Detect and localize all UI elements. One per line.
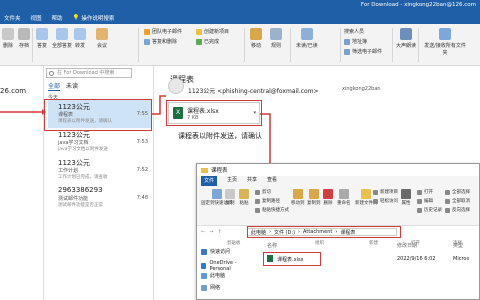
explorer-file-list: 名称 修改日期 类型 课程表.xlsx 2022/9/16 6:02 Micro… xyxy=(257,240,479,300)
nav-onedrive[interactable]: OneDrive - Personal xyxy=(201,260,255,272)
explorer-ribbon: 固定到快速访问 复制 粘贴 剪切 复制路径 粘贴快捷方式 剪贴板 移动到 复制到… xyxy=(197,186,479,246)
easy-access-button[interactable]: 轻松访问 xyxy=(373,198,398,204)
explorer-title-bar: 课程表 xyxy=(197,164,479,176)
explorer-tabs: 文件 主页 共享 查看 xyxy=(197,176,479,186)
column-name[interactable]: 名称 xyxy=(267,242,277,249)
file-explorer-window: 课程表 文件 主页 共享 查看 固定到快速访问 复制 粘贴 剪切 复制路径 粘贴… xyxy=(196,163,480,300)
select-all-button[interactable]: 全部选择 xyxy=(445,189,470,195)
copy-icon xyxy=(225,189,235,199)
network-icon xyxy=(201,284,207,291)
tab-file[interactable]: 文件 xyxy=(201,176,218,186)
rename-button[interactable]: 重命名 xyxy=(337,189,351,206)
select-none-icon xyxy=(445,198,450,204)
move-to-button[interactable]: 移动到 xyxy=(291,189,305,206)
cut-button[interactable]: 剪切 xyxy=(255,189,271,195)
computer-icon xyxy=(201,272,207,279)
open-button[interactable]: 打开 xyxy=(417,189,433,195)
new-item-icon xyxy=(373,189,378,195)
tab-view[interactable]: 查看 xyxy=(267,176,277,186)
column-date[interactable]: 修改日期 xyxy=(397,242,417,249)
new-item-button[interactable]: 新建项目 xyxy=(373,189,398,195)
invert-icon xyxy=(445,207,450,213)
column-type[interactable]: 类型 xyxy=(453,242,463,249)
cloud-icon xyxy=(201,263,207,269)
explorer-nav-pane: 快速访问 OneDrive - Personal 此电脑 网络 xyxy=(197,240,255,300)
file-list-header: 名称 修改日期 类型 xyxy=(257,240,479,250)
folder-move-icon xyxy=(292,189,303,199)
forward-icon[interactable]: → xyxy=(209,229,213,235)
paste-shortcut-button[interactable]: 粘贴快捷方式 xyxy=(255,207,289,213)
tab-share[interactable]: 共享 xyxy=(247,176,257,186)
up-icon[interactable]: ↑ xyxy=(217,229,221,235)
path-icon xyxy=(255,198,260,204)
select-all-icon xyxy=(445,189,450,195)
rename-icon xyxy=(338,189,349,199)
easy-access-icon xyxy=(373,198,378,204)
scissors-icon xyxy=(255,189,260,195)
properties-icon xyxy=(401,189,411,199)
nav-this-pc[interactable]: 此电脑 xyxy=(201,272,225,279)
tab-home[interactable]: 主页 xyxy=(227,176,237,186)
highlight-box xyxy=(247,226,401,238)
pin-icon xyxy=(211,189,222,199)
delete-icon xyxy=(323,189,333,199)
star-icon xyxy=(201,248,207,255)
nav-quick-access[interactable]: 快速访问 xyxy=(201,248,230,255)
copy-button[interactable]: 复制 xyxy=(225,189,235,206)
shortcut-icon xyxy=(255,207,260,213)
delete-button[interactable]: 删除 xyxy=(323,189,333,206)
edit-button[interactable]: 编辑 xyxy=(417,198,433,204)
file-type: Micros xyxy=(453,256,470,262)
file-date: 2022/9/16 6:02 xyxy=(397,256,436,262)
history-button[interactable]: 历史记录 xyxy=(417,207,442,213)
history-icon xyxy=(417,207,422,213)
properties-button[interactable]: 属性 xyxy=(401,189,411,206)
invert-selection-button[interactable]: 反向选择 xyxy=(445,207,470,213)
edit-icon xyxy=(417,198,422,204)
copy-path-button[interactable]: 复制路径 xyxy=(255,198,280,204)
explorer-title: 课程表 xyxy=(211,168,228,174)
nav-network[interactable]: 网络 xyxy=(201,284,220,291)
paste-button[interactable]: 粘贴 xyxy=(239,189,249,206)
clipboard-icon xyxy=(239,189,249,199)
copy-to-button[interactable]: 复制到 xyxy=(307,189,321,206)
back-icon[interactable]: ← xyxy=(201,229,205,235)
folder-icon xyxy=(201,167,208,173)
open-icon xyxy=(417,189,422,195)
folder-copy-icon xyxy=(308,189,319,199)
new-folder-icon xyxy=(361,189,372,199)
select-none-button[interactable]: 全部取消 xyxy=(445,198,470,204)
highlight-box xyxy=(263,252,321,266)
